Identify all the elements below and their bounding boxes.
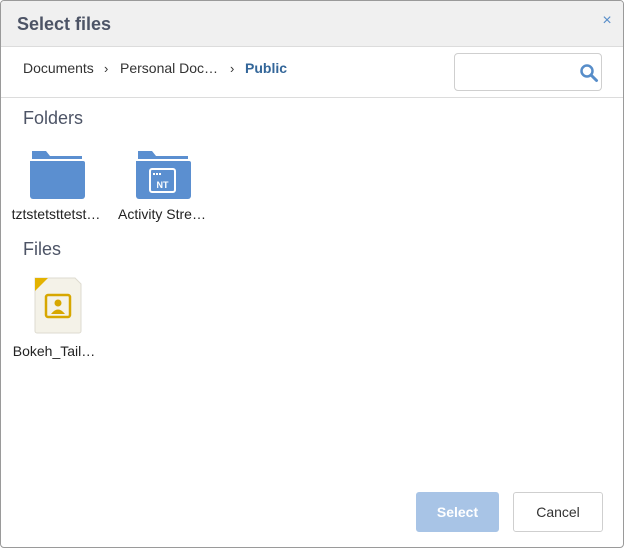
breadcrumb-separator: › bbox=[104, 61, 109, 76]
svg-text:NT: NT bbox=[157, 180, 169, 190]
select-button[interactable]: Select bbox=[416, 492, 499, 532]
folder-item[interactable]: tztstetsttetst… bbox=[6, 149, 106, 225]
folder-name: tztstetsttetst… bbox=[11, 206, 101, 222]
toolbar: Documents › Personal Doc… › Public bbox=[1, 48, 623, 98]
breadcrumb-public: Public bbox=[245, 60, 288, 76]
breadcrumb-separator: › bbox=[230, 61, 235, 76]
search-input[interactable] bbox=[461, 60, 571, 84]
image-file-icon bbox=[34, 277, 82, 334]
dialog-header: Select files × bbox=[1, 1, 623, 47]
folder-item[interactable]: NT Activity Stre… bbox=[112, 149, 212, 225]
close-icon[interactable]: × bbox=[600, 13, 614, 29]
folders-heading: Folders bbox=[23, 108, 84, 128]
breadcrumb-personal-documents[interactable]: Personal Doc… bbox=[120, 60, 218, 76]
folder-name: Activity Stre… bbox=[118, 206, 206, 222]
select-files-dialog: Select files × Documents › Personal Doc…… bbox=[0, 0, 624, 548]
files-heading: Files bbox=[23, 239, 62, 259]
activity-stream-folder-icon: NT bbox=[136, 151, 191, 199]
cancel-button[interactable]: Cancel bbox=[513, 492, 603, 532]
folder-icon bbox=[30, 151, 85, 199]
file-item[interactable]: Bokeh_Tail… bbox=[4, 275, 104, 361]
breadcrumb-documents[interactable]: Documents bbox=[23, 60, 94, 76]
search-box[interactable] bbox=[454, 53, 602, 91]
dialog-title: Select files bbox=[17, 14, 112, 34]
file-name: Bokeh_Tail… bbox=[12, 343, 96, 359]
search-icon[interactable] bbox=[579, 63, 599, 83]
